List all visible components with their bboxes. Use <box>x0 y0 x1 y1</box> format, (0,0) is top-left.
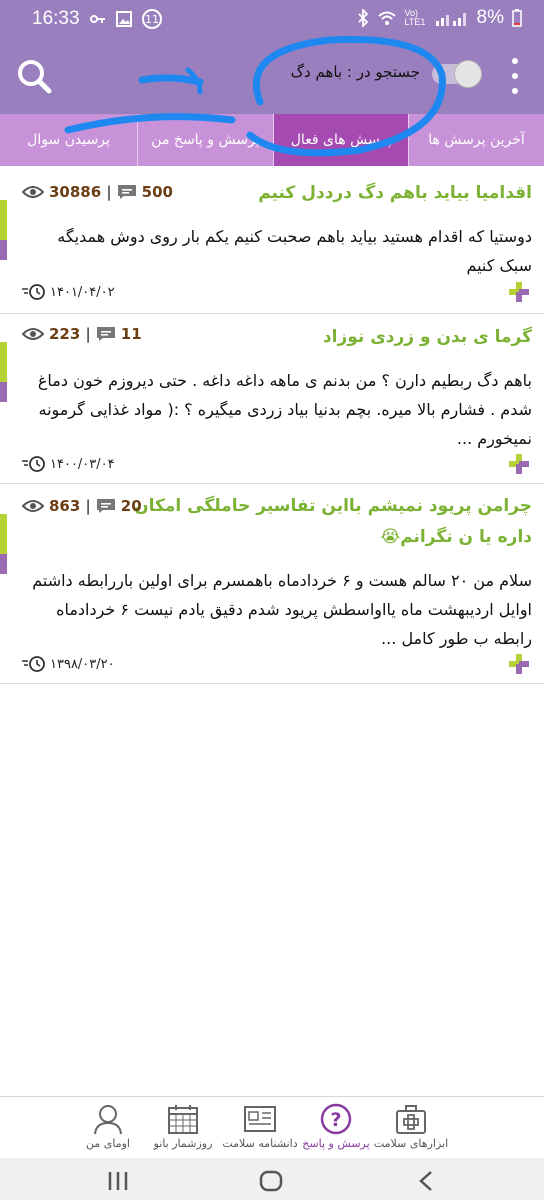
nav-health-tools[interactable]: ابزارهای سلامت <box>372 1103 450 1150</box>
post-excerpt: دوستیا که اقدام هستید بیاید باهم صحبت کن… <box>57 227 532 275</box>
clock-icon <box>22 284 45 300</box>
nav-qa[interactable]: ? پرسش و پاسخ <box>300 1103 372 1150</box>
post-card[interactable]: چرامن پریود نمیشم بااین تفاسیر حاملگی ام… <box>0 484 544 684</box>
status-time: 16:33 <box>32 8 80 29</box>
book-icon <box>244 1106 276 1132</box>
views-count: 863 <box>49 497 81 515</box>
post-stats: 863 | 20 <box>22 497 142 515</box>
comments-count: 500 <box>141 183 173 201</box>
nav-label: پرسش و پاسخ <box>302 1137 370 1150</box>
post-date: ۱۴۰۰/۰۳/۰۴ <box>50 456 115 472</box>
key-icon <box>90 15 105 23</box>
overflow-menu-icon[interactable] <box>510 58 520 94</box>
battery-percent: 8% <box>476 7 504 28</box>
tab-my-questions[interactable]: پرسش و پاسخ من <box>137 114 273 166</box>
post-stats: 223 | 11 <box>22 325 142 343</box>
home-icon[interactable] <box>258 1170 284 1192</box>
medical-kit-icon <box>396 1105 426 1134</box>
signal-icon <box>435 13 466 26</box>
post-excerpt: سلام من ۲۰ سالم هست و ۶ خردادماه باهمسرم… <box>32 571 532 648</box>
tab-active-questions[interactable]: پرسش های فعال <box>273 114 408 166</box>
nav-label: ابزارهای سلامت <box>373 1137 449 1150</box>
recent-apps-icon[interactable] <box>106 1170 130 1192</box>
back-icon[interactable] <box>418 1170 434 1192</box>
nav-label: اومای من <box>86 1137 130 1150</box>
post-excerpt: باهم دگ ربطیم دارن ؟ من بدنم ی ماهه داغه… <box>37 371 532 448</box>
comments-count: 20 <box>120 497 142 515</box>
post-date-row: ۱۴۰۱/۰۴/۰۲ <box>22 284 115 300</box>
nav-health-encyclopedia[interactable]: دانشنامه سلامت <box>220 1103 300 1150</box>
clock-icon <box>22 456 45 472</box>
clock-icon <box>22 656 45 672</box>
nav-label: دانشنامه سلامت <box>222 1137 298 1150</box>
svg-text:?: ? <box>330 1109 341 1131</box>
card-accent-bar <box>0 514 7 554</box>
eye-icon <box>22 500 44 512</box>
tab-bar: آخرین پرسش ها پرسش های فعال پرسش و پاسخ … <box>0 114 544 166</box>
card-accent-bar <box>0 240 7 260</box>
comments-count: 11 <box>120 325 142 343</box>
wifi-icon <box>377 11 396 25</box>
post-date: ۱۴۰۱/۰۴/۰۲ <box>50 284 115 300</box>
image-icon <box>116 11 132 27</box>
plus-icon[interactable] <box>508 653 530 675</box>
eye-icon <box>22 328 44 340</box>
user-icon <box>94 1105 122 1135</box>
views-count: 223 <box>49 325 81 343</box>
bluetooth-icon <box>357 9 368 27</box>
search-scope-toggle[interactable] <box>432 60 482 88</box>
eye-icon <box>22 186 44 198</box>
post-card[interactable]: گرما ی بدن و زردی نوزاد 223 | 11 باهم دگ… <box>0 314 544 484</box>
tab-latest-questions[interactable]: آخرین پرسش ها <box>408 114 544 166</box>
tab-label: آخرین پرسش ها <box>428 132 525 148</box>
search-scope-label: جستجو در : باهم دگ <box>290 63 420 81</box>
tab-label: پرسش و پاسخ من <box>151 132 260 148</box>
network-label: Vo) LTE1 <box>404 8 426 27</box>
card-accent-bar <box>0 342 7 382</box>
post-title[interactable]: گرما ی بدن و زردی نوزاد <box>323 322 532 353</box>
search-icon[interactable] <box>16 58 52 94</box>
card-accent-bar <box>0 200 7 240</box>
card-accent-bar <box>0 382 7 402</box>
tab-label: پرسیدن سوال <box>27 132 110 148</box>
question-icon: ? <box>320 1103 352 1135</box>
post-date: ۱۳۹۸/۰۳/۲۰ <box>50 656 115 672</box>
system-navigation-bar <box>0 1158 544 1200</box>
bottom-navigation: ابزارهای سلامت ? پرسش و پاسخ دانشنامه سل… <box>0 1096 544 1158</box>
comment-icon <box>96 499 115 513</box>
notification-badge: 11 <box>142 9 162 29</box>
post-stats: 30886 | 500 <box>22 183 173 201</box>
plus-icon[interactable] <box>508 281 530 303</box>
post-date-row: ۱۴۰۰/۰۳/۰۴ <box>22 456 115 472</box>
post-card[interactable]: اقدامیا بیاید باهم دگ درددل کنیم 30886 |… <box>0 166 544 314</box>
comment-icon <box>96 327 115 341</box>
battery-icon <box>512 9 522 27</box>
calendar-icon <box>168 1105 198 1134</box>
tab-ask-question[interactable]: پرسیدن سوال <box>0 114 137 166</box>
views-count: 30886 <box>49 183 102 201</box>
toggle-knob <box>454 60 482 88</box>
plus-icon[interactable] <box>508 453 530 475</box>
card-accent-bar <box>0 554 7 574</box>
nav-my-profile[interactable]: اومای من <box>72 1103 144 1150</box>
post-date-row: ۱۳۹۸/۰۳/۲۰ <box>22 656 115 672</box>
post-title[interactable]: چرامن پریود نمیشم بااین تفاسیر حاملگی ام… <box>132 491 532 553</box>
nav-label: روزشمار بانو <box>153 1137 213 1150</box>
post-title[interactable]: اقدامیا بیاید باهم دگ درددل کنیم <box>258 178 532 209</box>
app-bar: جستجو در : باهم دگ <box>0 38 544 114</box>
nav-lady-calendar[interactable]: روزشمار بانو <box>146 1103 220 1150</box>
comment-icon <box>117 185 136 199</box>
status-bar: 16:33 11 Vo) LTE1 8% <box>0 0 544 38</box>
tab-label: پرسش های فعال <box>290 132 392 148</box>
